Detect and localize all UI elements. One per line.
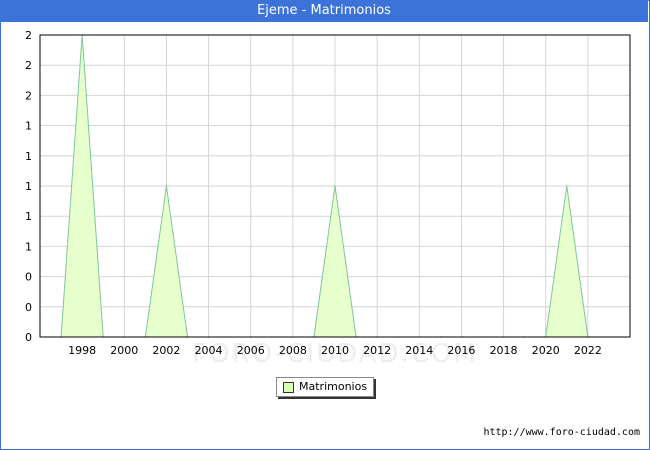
- x-tick-label: 2016: [447, 344, 475, 357]
- x-tick-label: 2006: [237, 344, 265, 357]
- x-tick-label: 1998: [68, 344, 96, 357]
- x-tick-label: 2014: [405, 344, 433, 357]
- chart-legend: Matrimonios: [276, 377, 374, 397]
- data-point: [565, 185, 568, 187]
- x-tick-label: 2018: [490, 344, 518, 357]
- x-tick-label: 2002: [152, 344, 180, 357]
- y-tick-label: 0: [25, 271, 32, 284]
- y-tick-label: 0: [25, 301, 32, 314]
- x-tick-label: 2000: [110, 344, 138, 357]
- y-tick-label: 1: [25, 240, 32, 253]
- x-tick-label: 2012: [363, 344, 391, 357]
- y-tick-label: 1: [25, 180, 32, 193]
- x-tick-label: 2008: [279, 344, 307, 357]
- y-tick-label: 1: [25, 120, 32, 133]
- y-tick-label: 0: [25, 331, 32, 344]
- y-tick-label: 1: [25, 150, 32, 163]
- data-point: [334, 185, 336, 187]
- y-tick-label: 2: [25, 29, 32, 42]
- y-tick-label: 2: [25, 89, 32, 102]
- x-tick-label: 2004: [195, 344, 223, 357]
- legend-swatch: [283, 382, 294, 393]
- y-tick-label: 2: [25, 59, 32, 72]
- x-tick-label: 2020: [532, 344, 560, 357]
- x-tick-label: 2010: [321, 344, 349, 357]
- y-tick-label: 1: [25, 210, 32, 223]
- source-credit: http://www.foro-ciudad.com: [483, 427, 640, 438]
- legend-label: Matrimonios: [299, 380, 368, 393]
- x-tick-label: 2022: [574, 344, 602, 357]
- data-point: [165, 185, 168, 187]
